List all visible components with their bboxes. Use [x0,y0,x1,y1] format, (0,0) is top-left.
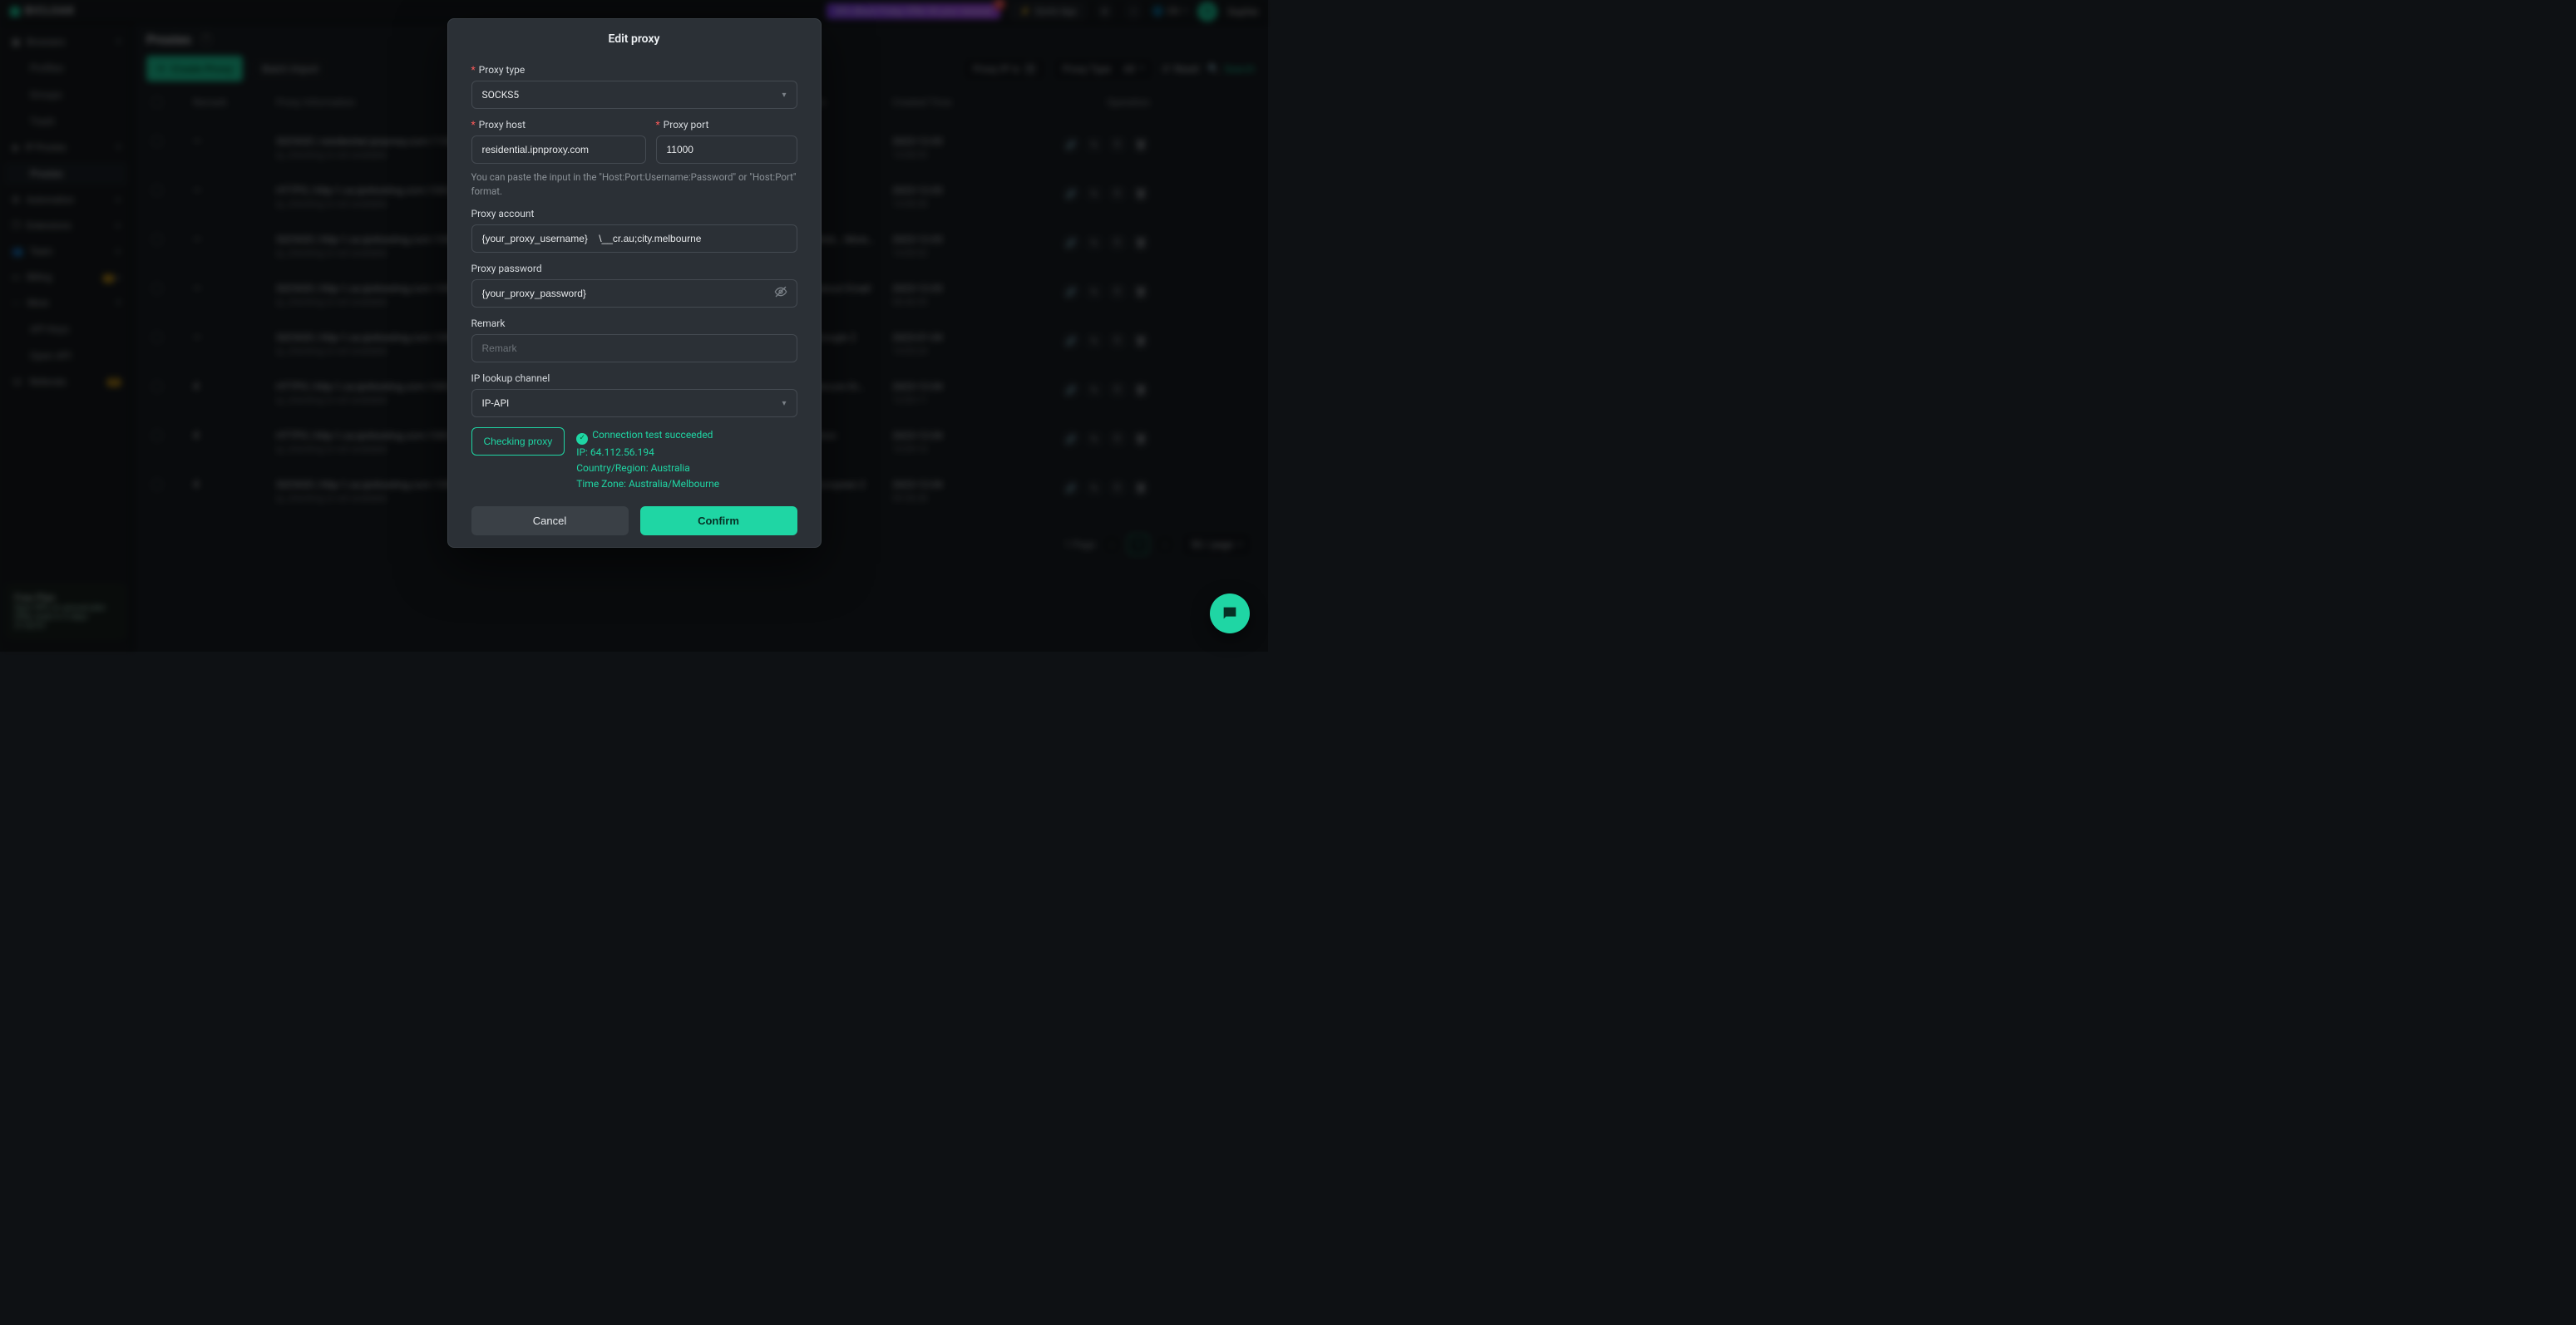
modal-overlay[interactable]: Edit proxy *Proxy type SOCKS5 ▾ *Proxy h… [0,0,1268,652]
proxy-host-input[interactable] [471,135,646,164]
label-proxy-account: Proxy account [471,208,797,219]
remark-input[interactable] [471,334,797,362]
checking-proxy-button[interactable]: Checking proxy [471,427,565,456]
proxy-port-input[interactable] [656,135,797,164]
chat-fab[interactable] [1210,594,1250,633]
chat-icon [1221,604,1239,623]
proxy-account-input[interactable] [471,224,797,253]
chevron-down-icon: ▾ [782,91,786,100]
check-ip: IP: 64.112.56.194 [576,445,719,461]
confirm-button[interactable]: Confirm [640,506,797,535]
label-proxy-type: *Proxy type [471,64,797,76]
check-ok-text: Connection test succeeded [592,429,713,441]
label-ip-lookup: IP lookup channel [471,372,797,384]
check-result: ✓ Connection test succeeded IP: 64.112.56… [576,427,719,491]
check-timezone: Time Zone: Australia/Melbourne [576,476,719,492]
label-proxy-password: Proxy password [471,263,797,274]
cancel-button[interactable]: Cancel [471,506,629,535]
host-port-hint: You can paste the input in the "Host:Por… [471,170,797,198]
proxy-password-input[interactable] [471,279,797,308]
ip-lookup-select[interactable]: IP-API ▾ [471,389,797,417]
label-proxy-port: *Proxy port [656,119,797,131]
label-remark: Remark [471,318,797,329]
chevron-down-icon: ▾ [782,399,786,408]
check-country: Country/Region: Australia [576,461,719,476]
proxy-type-value: SOCKS5 [482,89,520,101]
label-proxy-host: *Proxy host [471,119,646,131]
eye-off-icon[interactable] [774,285,787,302]
proxy-type-select[interactable]: SOCKS5 ▾ [471,81,797,109]
check-success-icon: ✓ [576,433,588,445]
modal-body: *Proxy type SOCKS5 ▾ *Proxy host *Proxy … [448,51,821,547]
modal-title: Edit proxy [448,19,821,51]
ip-lookup-value: IP-API [482,397,510,409]
edit-proxy-modal: Edit proxy *Proxy type SOCKS5 ▾ *Proxy h… [447,18,822,548]
